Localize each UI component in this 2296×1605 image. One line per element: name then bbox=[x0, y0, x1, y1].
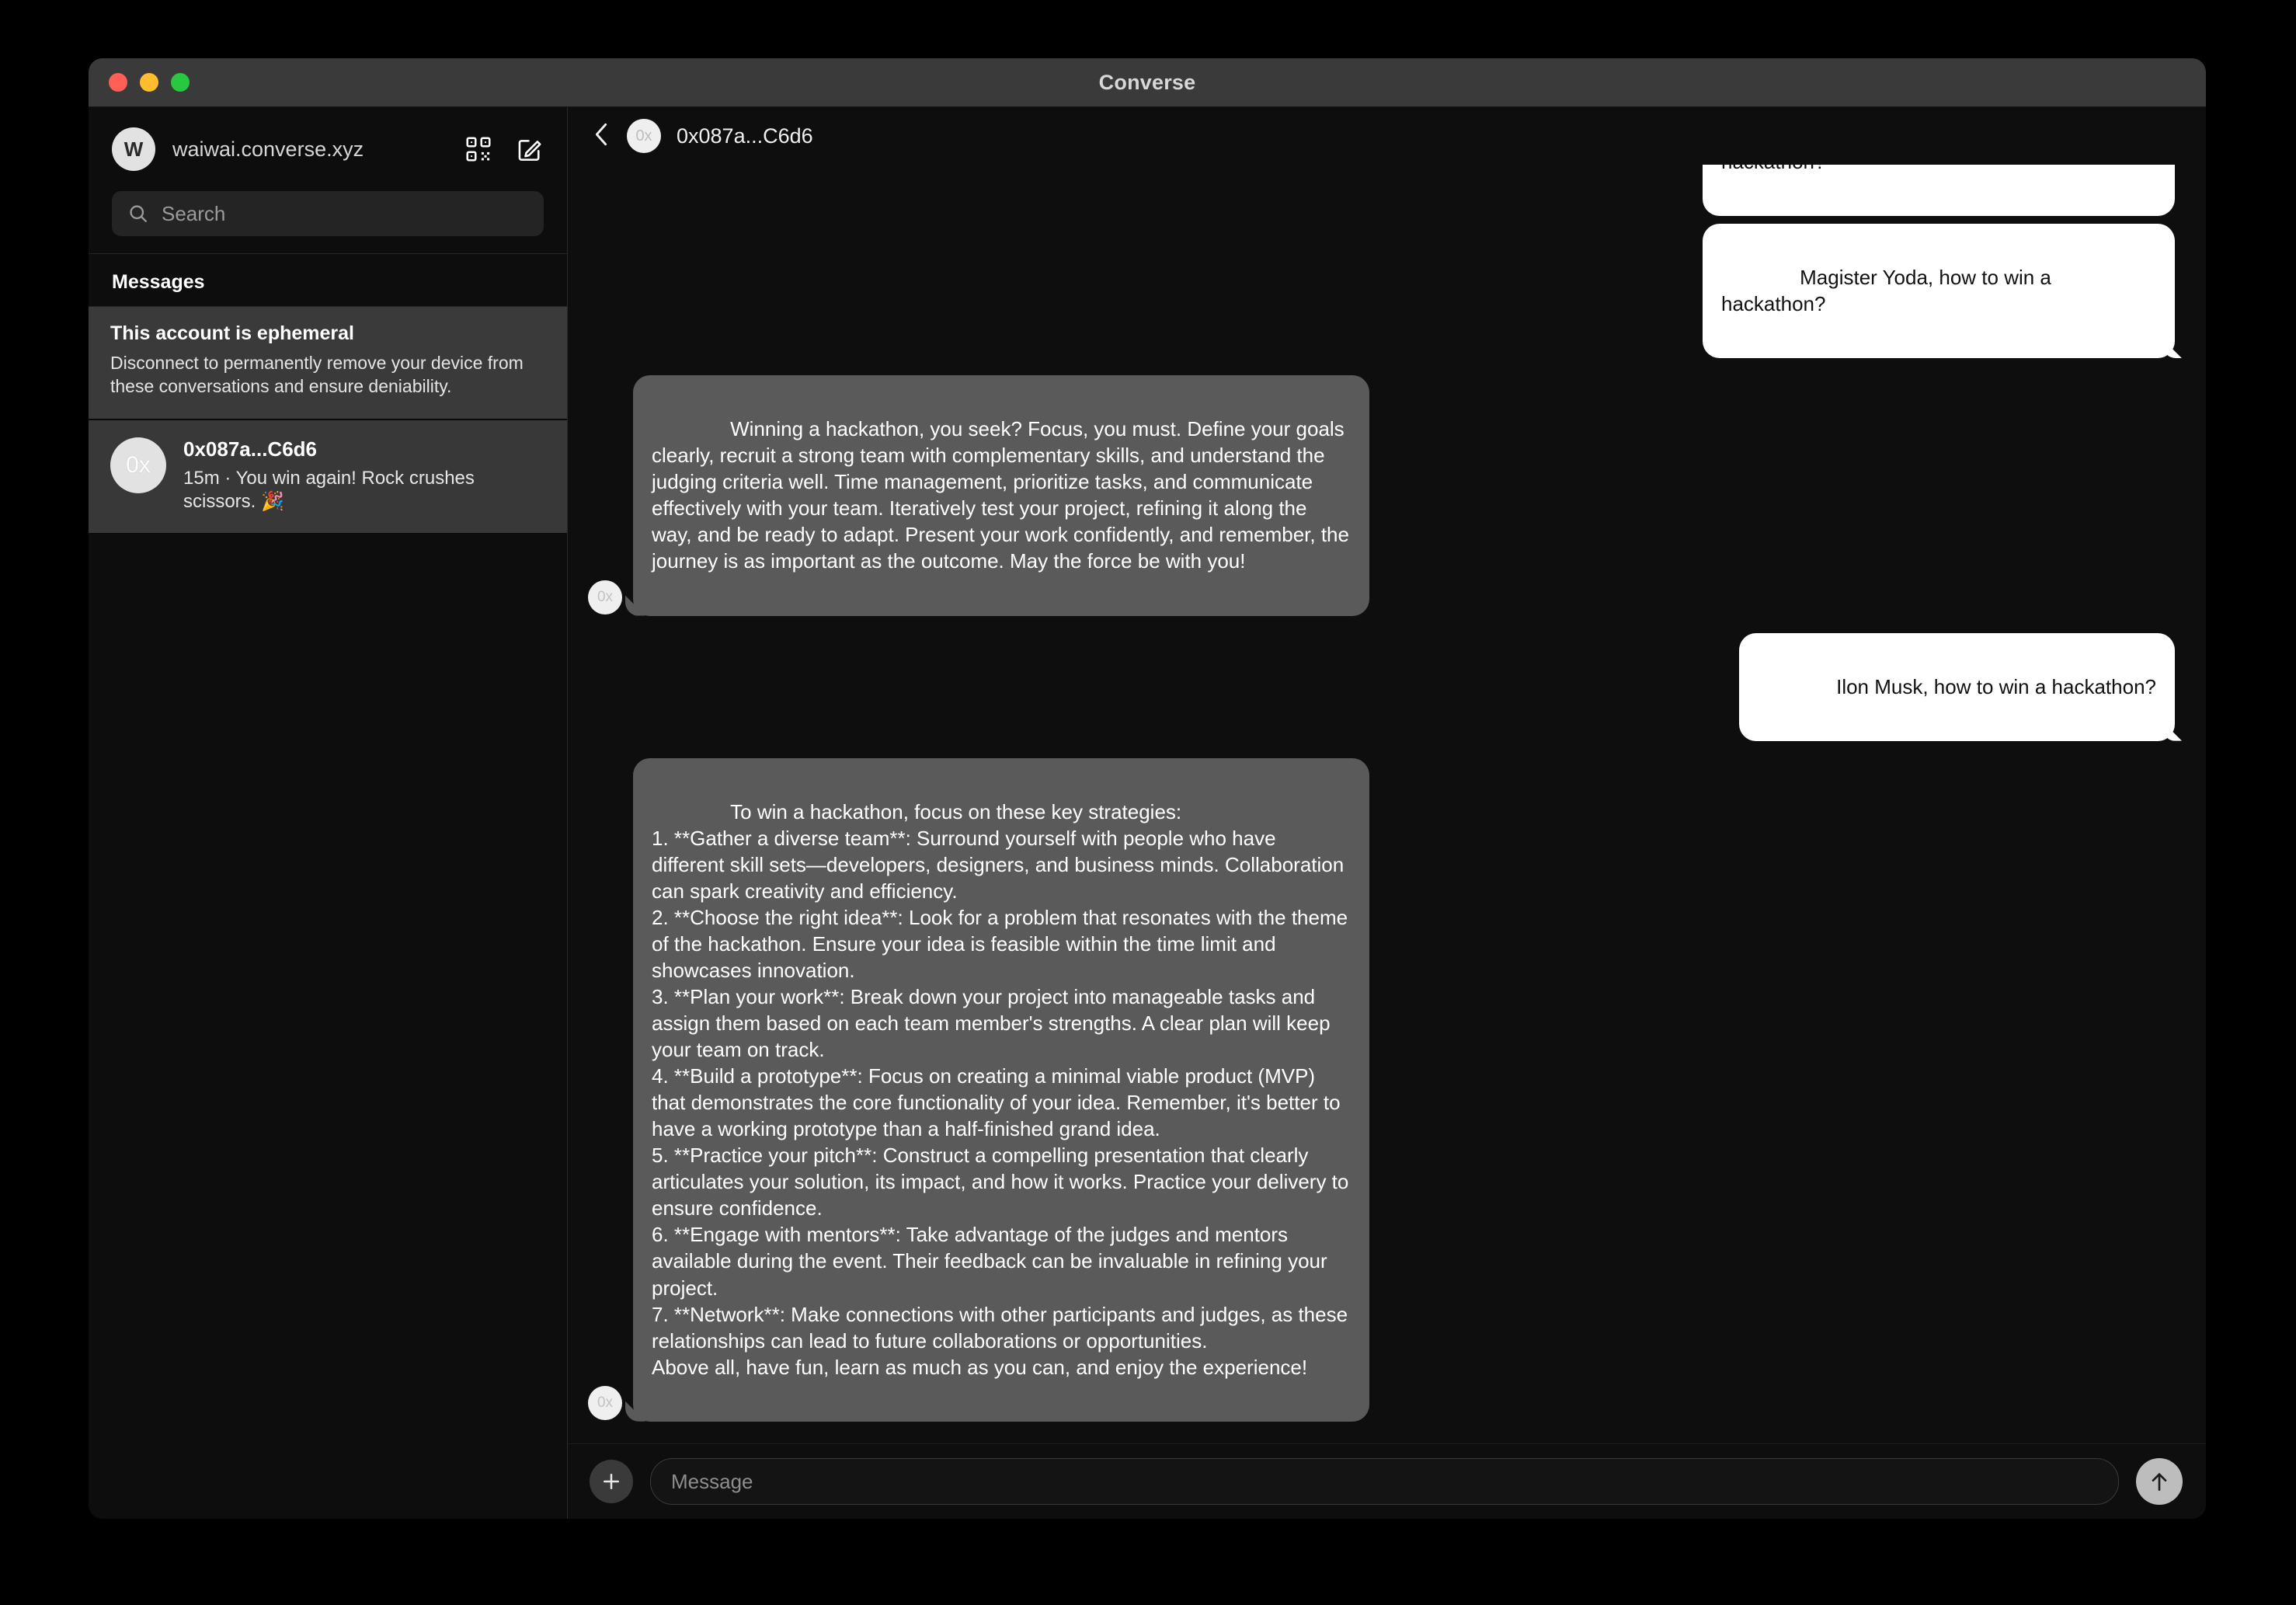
message-row: Ilon Musk, how to win a hackathon? bbox=[588, 632, 2175, 741]
search-icon bbox=[130, 205, 147, 222]
window-titlebar: Converse bbox=[89, 58, 2206, 107]
plus-icon bbox=[604, 1474, 619, 1489]
conversation-separator: · bbox=[224, 467, 231, 489]
converse-window: Converse W waiwai.converse.xyz Search Me… bbox=[89, 58, 2206, 1519]
send-arrow-icon bbox=[2152, 1473, 2167, 1491]
conversation-name: 0x087a...C6d6 bbox=[183, 437, 318, 461]
notice-title: This account is ephemeral bbox=[110, 322, 354, 344]
messages-section-header: Messages bbox=[89, 254, 567, 307]
message-bubble[interactable]: Winning a hackathon, you seek? Focus, yo… bbox=[633, 375, 1369, 616]
message-text: Magister Yoda, how to win a hackathon? bbox=[1721, 265, 2058, 316]
conversation-time: 15m bbox=[183, 467, 220, 489]
back-chevron-icon bbox=[595, 123, 607, 145]
window-body: W waiwai.converse.xyz Search Messages Th… bbox=[89, 107, 2206, 1519]
ephemeral-account-notice: This account is ephemeral Disconnect to … bbox=[89, 307, 567, 420]
sidebar-header-actions bbox=[464, 135, 544, 163]
message-bubble[interactable]: Magister Yoda, how to win a hackathon? bbox=[1703, 165, 2175, 216]
message-avatar: 0x bbox=[588, 1385, 622, 1420]
message-composer: Message bbox=[568, 1443, 2206, 1519]
window-title: Converse bbox=[1098, 70, 1196, 94]
conversation-list-item[interactable]: 0x 0x087a...C6d6 15m · You win again! Ro… bbox=[89, 420, 567, 534]
qr-code-icon[interactable] bbox=[464, 135, 492, 163]
desktop-background: Converse W waiwai.converse.xyz Search Me… bbox=[0, 0, 2296, 1605]
chat-header-avatar: 0x bbox=[627, 119, 661, 153]
chat-pane: 0x 0x087a...C6d6 0x that your team can n… bbox=[568, 107, 2206, 1519]
back-button[interactable] bbox=[591, 121, 611, 151]
message-text: Winning a hackathon, you seek? Focus, yo… bbox=[652, 417, 1355, 573]
message-bubble[interactable]: To win a hackathon, focus on these key s… bbox=[633, 757, 1369, 1422]
message-input[interactable]: Message bbox=[650, 1458, 2119, 1505]
account-name: waiwai.converse.xyz bbox=[172, 137, 364, 161]
send-button[interactable] bbox=[2136, 1458, 2183, 1505]
account-avatar: W bbox=[112, 127, 155, 171]
message-row: Magister Yoda, how to win a hackathon? bbox=[588, 165, 2175, 216]
message-bubble[interactable]: Magister Yoda, how to win a hackathon? bbox=[1703, 223, 2175, 359]
conversation-avatar: 0x bbox=[110, 437, 166, 493]
message-row: Magister Yoda, how to win a hackathon? bbox=[588, 223, 2175, 359]
sidebar-header: W waiwai.converse.xyz Search bbox=[89, 107, 567, 254]
chat-header-title: 0x087a...C6d6 bbox=[677, 124, 813, 148]
attach-button[interactable] bbox=[590, 1460, 633, 1503]
message-row: 0x To win a hackathon, focus on these ke… bbox=[588, 757, 2175, 1422]
message-row: 0x Winning a hackathon, you seek? Focus,… bbox=[588, 375, 2175, 616]
message-text: To win a hackathon, focus on these key s… bbox=[652, 799, 1349, 1379]
message-thread[interactable]: 0x that your team can navigate challenge… bbox=[568, 165, 2206, 1443]
message-input-placeholder: Message bbox=[671, 1469, 753, 1493]
account-row[interactable]: W waiwai.converse.xyz bbox=[112, 127, 544, 171]
message-avatar: 0x bbox=[588, 580, 622, 614]
conversation-preview: 15m · You win again! Rock crushes scisso… bbox=[183, 467, 545, 514]
message-text: Magister Yoda, how to win a hackathon? bbox=[1721, 165, 2057, 173]
notice-body: Disconnect to permanently remove your de… bbox=[110, 353, 524, 397]
message-text: Ilon Musk, how to win a hackathon? bbox=[1836, 674, 2156, 698]
sidebar: W waiwai.converse.xyz Search Messages Th… bbox=[89, 107, 568, 1519]
conversation-text: 0x087a...C6d6 15m · You win again! Rock … bbox=[183, 437, 545, 514]
search-placeholder: Search bbox=[162, 201, 226, 225]
message-bubble[interactable]: Ilon Musk, how to win a hackathon? bbox=[1738, 632, 2175, 741]
chat-header: 0x 0x087a...C6d6 bbox=[568, 107, 2206, 165]
search-input[interactable]: Search bbox=[112, 191, 544, 236]
compose-icon[interactable] bbox=[516, 135, 544, 163]
